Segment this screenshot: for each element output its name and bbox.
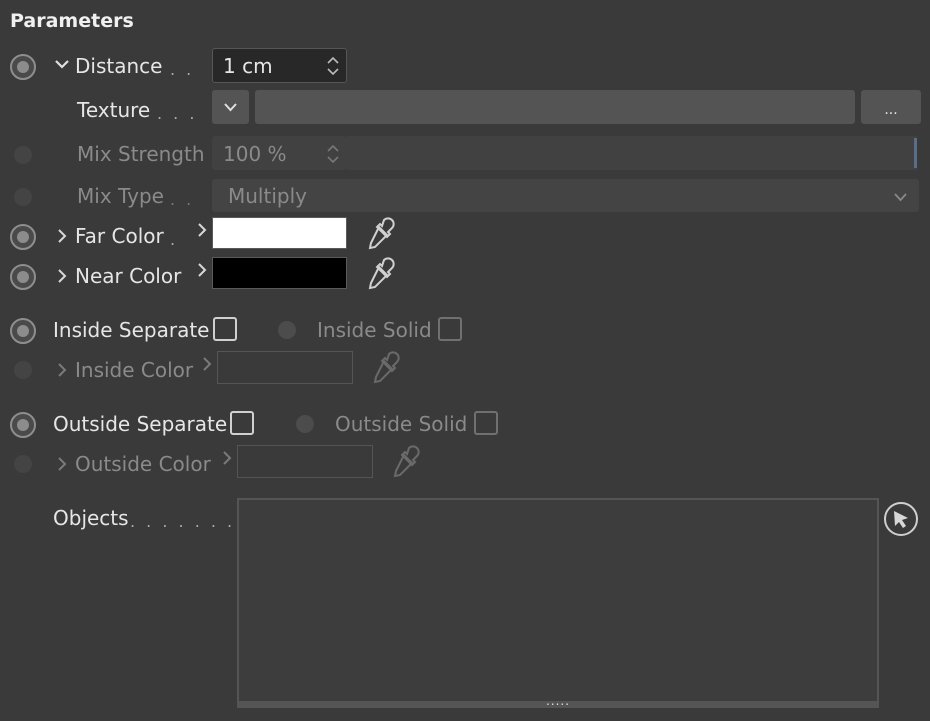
objects-list[interactable]: ..... [237, 498, 879, 708]
objects-label: Objects [53, 506, 129, 530]
outside-color-mode-chevron-icon[interactable] [221, 450, 233, 466]
texture-dots: . . . [157, 104, 198, 123]
eyedropper-icon[interactable] [367, 350, 403, 386]
inside-solid-keyframe-button[interactable] [278, 321, 296, 339]
texture-dropdown-button[interactable] [212, 90, 249, 124]
distance-expand-chevron-icon[interactable] [54, 56, 70, 76]
objects-dots: . . . . . . . [130, 512, 236, 531]
inside-color-swatch[interactable] [217, 351, 353, 384]
outside-separate-label: Outside Separate [53, 412, 228, 436]
mix-strength-keyframe-button[interactable] [14, 146, 32, 164]
texture-label: Texture [77, 98, 151, 122]
distance-stepper-icon[interactable] [326, 54, 340, 78]
outside-color-expand-chevron-icon[interactable] [56, 456, 68, 472]
inside-solid-checkbox[interactable] [438, 317, 462, 341]
mix-strength-value: 100 % [223, 142, 287, 166]
outside-separate-checkbox[interactable] [230, 411, 254, 435]
mix-type-dots: . . [170, 190, 195, 209]
eyedropper-icon[interactable] [387, 444, 423, 480]
distance-label: Distance [75, 54, 163, 78]
near-color-swatch[interactable] [212, 257, 347, 289]
chevron-down-icon [224, 103, 237, 112]
inside-solid-label: Inside Solid [317, 318, 432, 342]
inside-color-expand-chevron-icon[interactable] [56, 362, 68, 378]
inside-separate-label: Inside Separate [53, 318, 210, 342]
inside-color-label: Inside Color [75, 358, 194, 382]
texture-browse-button[interactable]: ... [861, 90, 921, 124]
outside-solid-keyframe-button[interactable] [296, 415, 314, 433]
eyedropper-icon[interactable] [362, 256, 398, 292]
outside-color-swatch[interactable] [237, 445, 373, 478]
pick-object-icon[interactable] [883, 501, 919, 537]
distance-keyframe-button[interactable] [10, 54, 36, 80]
far-color-mode-chevron-icon[interactable] [196, 222, 208, 238]
mix-strength-stepper-icon[interactable] [326, 142, 340, 166]
near-color-mode-chevron-icon[interactable] [196, 262, 208, 278]
far-color-expand-chevron-icon[interactable] [56, 228, 68, 244]
far-color-keyframe-button[interactable] [10, 224, 36, 250]
mix-type-select[interactable]: Multiply [212, 179, 919, 212]
inside-color-mode-chevron-icon[interactable] [201, 356, 213, 372]
near-color-label: Near Color [75, 264, 182, 288]
outside-color-keyframe-button[interactable] [14, 455, 32, 473]
mix-type-keyframe-button[interactable] [14, 188, 32, 206]
outside-color-label: Outside Color [75, 452, 211, 476]
mix-strength-slider[interactable] [347, 136, 917, 170]
far-color-dots: . [170, 230, 179, 249]
distance-value: 1 cm [223, 54, 273, 78]
mix-strength-input[interactable]: 100 % [212, 136, 347, 170]
texture-path-field[interactable] [255, 90, 855, 124]
chevron-down-icon [894, 193, 907, 202]
eyedropper-icon[interactable] [362, 216, 398, 252]
mix-type-label: Mix Type [77, 184, 164, 208]
inside-color-keyframe-button[interactable] [14, 361, 32, 379]
panel-title: Parameters [10, 10, 134, 32]
outside-solid-label: Outside Solid [335, 412, 468, 436]
near-color-expand-chevron-icon[interactable] [56, 268, 68, 284]
mix-strength-label: Mix Strength [77, 142, 205, 166]
mix-type-value: Multiply [228, 184, 307, 208]
outside-solid-checkbox[interactable] [474, 411, 498, 435]
distance-input[interactable]: 1 cm [212, 48, 347, 83]
objects-list-resize-grip[interactable]: ..... [239, 695, 877, 707]
mix-strength-slider-handle[interactable] [914, 138, 917, 168]
inside-separate-checkbox[interactable] [213, 317, 237, 341]
far-color-label: Far Color [75, 224, 164, 248]
outside-separate-keyframe-button[interactable] [10, 412, 36, 438]
far-color-swatch[interactable] [212, 217, 347, 249]
near-color-keyframe-button[interactable] [10, 264, 36, 290]
distance-dots: . . [170, 60, 195, 79]
inside-separate-keyframe-button[interactable] [10, 318, 36, 344]
